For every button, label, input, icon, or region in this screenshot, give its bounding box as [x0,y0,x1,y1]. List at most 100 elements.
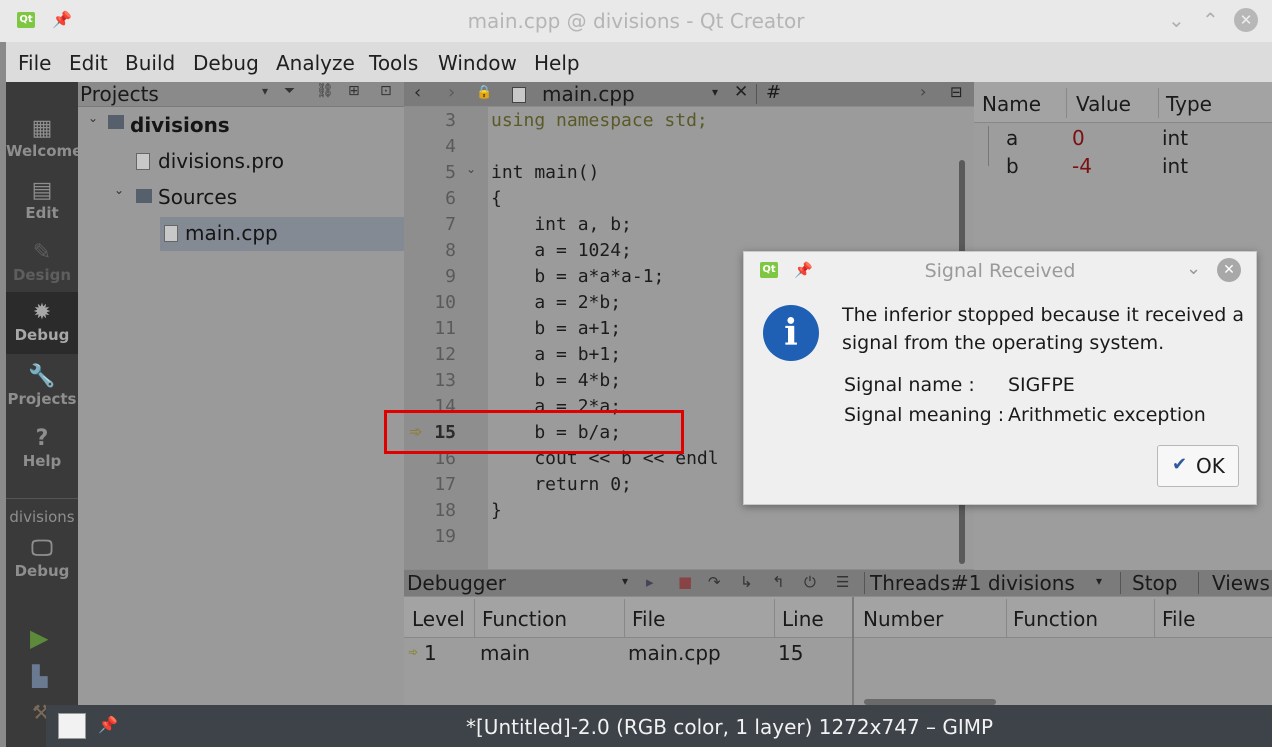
symbol-selector[interactable]: # [766,82,781,103]
current-frame-arrow-icon: ➾ [408,645,419,659]
menu-window[interactable]: Window [438,51,517,75]
instruction-mode-icon[interactable]: ☰ [836,573,849,591]
info-icon: i [763,305,819,361]
open-documents-selector[interactable]: main.cpp [542,82,635,106]
tree-item-divisions-pro[interactable]: divisions.pro [158,149,284,173]
views-button[interactable]: Views [1212,571,1270,595]
close-document-icon[interactable]: ✕ [734,82,748,102]
projects-view-selector[interactable]: Projects [80,82,159,106]
mode-design[interactable]: ✎ Design [6,240,78,284]
gimp-window-icon[interactable] [58,713,86,739]
debug-run-icon[interactable]: ▙ [32,664,47,688]
taskbar: 📌 *[Untitled]-2.0 (RGB color, 1 layer) 1… [46,705,1272,747]
line-number: 7 [445,214,456,235]
mode-projects[interactable]: 🔧 Projects [6,364,78,408]
bug-icon: ✹ [32,300,52,325]
maximize-icon[interactable]: ⌃ [1202,8,1219,32]
mode-debug[interactable]: ✹ Debug [6,292,78,354]
chevron-down-icon[interactable]: ▾ [262,84,268,98]
debugger-perspective-selector[interactable]: Debugger [407,571,506,595]
column-header-line[interactable]: Line [782,607,824,631]
local-name[interactable]: a [1006,126,1018,150]
minimize-icon[interactable]: ⌄ [1186,258,1201,279]
tree-item-divisions[interactable]: divisions [130,113,230,137]
column-header-level[interactable]: Level [412,607,465,631]
split-icon[interactable]: ⊞ [348,83,360,99]
dialog-message-line2: signal from the operating system. [842,332,1165,354]
separator [1198,572,1199,594]
line-number: 9 [445,266,456,287]
menu-help[interactable]: Help [534,51,580,75]
chevron-down-icon[interactable]: ⌄ [114,183,124,197]
code-line: a = b+1; [491,344,622,365]
close-icon[interactable]: ✕ [1234,8,1258,32]
menu-analyze[interactable]: Analyze [276,51,355,75]
step-into-icon[interactable]: ↳ [740,573,753,591]
line-number: 19 [434,526,456,547]
local-name[interactable]: b [1006,154,1019,178]
mode-welcome[interactable]: ▦ Welcome [6,116,82,160]
forward-icon[interactable]: › [448,82,455,103]
run-icon[interactable]: ▶ [30,624,48,652]
stack-level[interactable]: 1 [424,641,437,665]
mode-label: Projects [7,390,77,408]
signal-name-value: SIGFPE [1008,374,1075,396]
line-number: 3 [445,110,456,131]
menu-debug[interactable]: Debug [193,51,259,75]
code-line: return 0; [491,474,632,495]
stack-function[interactable]: main [480,641,530,665]
taskbar-title: *[Untitled]-2.0 (RGB color, 1 layer) 127… [466,715,994,739]
column-header-type[interactable]: Type [1166,92,1212,116]
fold-chevron-icon[interactable]: ⌄ [466,162,476,176]
code-line: } [491,500,502,521]
back-icon[interactable]: ‹ [414,82,421,103]
column-header-name[interactable]: Name [982,92,1041,116]
filter-icon[interactable]: ⏷ [284,83,295,99]
mode-label: Edit [25,204,59,222]
local-value[interactable]: 0 [1072,126,1085,150]
ok-button[interactable]: ✔ OK [1157,445,1239,487]
stop-debugger-icon[interactable]: ■ [678,573,692,591]
chevron-down-icon[interactable]: ⌄ [88,111,98,125]
threads-selector[interactable]: #1 divisions [952,571,1075,595]
menu-build[interactable]: Build [125,51,175,75]
chevron-right-icon[interactable]: › [920,82,926,101]
mode-edit[interactable]: ▤ Edit [6,178,78,222]
code-line: b = a+1; [491,318,622,339]
restart-icon[interactable]: ⏻ [804,573,816,591]
mode-help[interactable]: ? Help [6,426,78,470]
stack-line[interactable]: 15 [778,641,803,665]
chevron-down-icon[interactable]: ▾ [622,574,628,588]
column-header-file[interactable]: File [1162,607,1195,631]
separator [624,599,625,637]
tree-item-main-cpp[interactable]: main.cpp [185,221,278,245]
tree-item-sources[interactable]: Sources [158,185,237,209]
column-header-function[interactable]: Function [482,607,567,631]
close-icon[interactable]: ✕ [1217,258,1241,282]
column-header-file[interactable]: File [632,607,665,631]
step-over-icon[interactable]: ↷ [708,573,721,591]
pin-icon[interactable]: 📌 [98,715,118,734]
close-pane-icon[interactable]: ⊡ [380,83,392,99]
column-header-number[interactable]: Number [863,607,943,631]
column-header-function[interactable]: Function [1013,607,1098,631]
link-icon[interactable]: ⛓ [316,83,334,99]
mode-selector: ▦ Welcome ▤ Edit ✎ Design ✹ Debug 🔧 Proj… [6,82,82,747]
chevron-down-icon[interactable]: ▾ [1096,574,1102,588]
kit-selector[interactable]: 🖵 Debug [6,536,78,580]
line-number: 10 [434,292,456,313]
menu-bar: File Edit Build Debug Analyze Tools Wind… [6,42,1272,82]
minimize-icon[interactable]: ⌄ [1168,8,1185,32]
chevron-down-icon[interactable]: ▾ [712,85,718,99]
column-header-value[interactable]: Value [1076,92,1131,116]
menu-edit[interactable]: Edit [69,51,108,75]
step-out-icon[interactable]: ↰ [772,573,785,591]
stack-file[interactable]: main.cpp [628,641,721,665]
menu-file[interactable]: File [18,51,51,75]
split-icon[interactable]: ⊟ [950,83,963,101]
menu-tools[interactable]: Tools [369,51,418,75]
continue-icon[interactable]: ▸ [646,573,654,591]
pencil-icon: ✎ [32,240,52,265]
local-value[interactable]: -4 [1072,154,1092,178]
stop-button[interactable]: Stop [1132,571,1177,595]
